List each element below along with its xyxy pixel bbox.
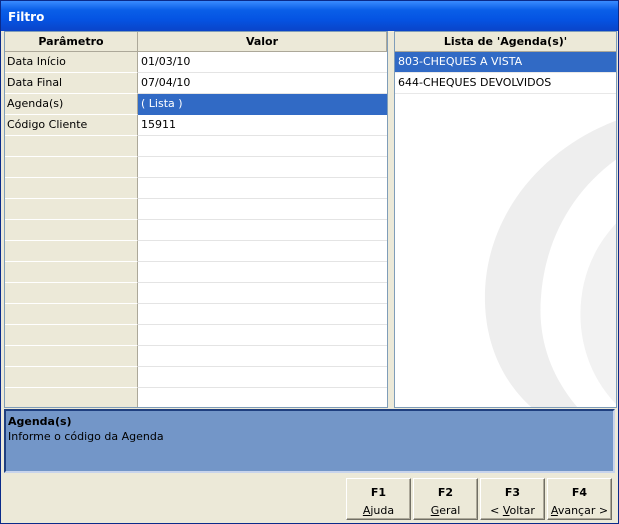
value-cell[interactable] [138, 388, 387, 407]
help-title: Agenda(s) [8, 415, 72, 428]
function-button-f3[interactable]: F3 < Voltar [480, 478, 545, 520]
button-key: F4 [571, 486, 588, 499]
table-row[interactable]: Agenda(s)( Lista ) [5, 94, 387, 115]
agenda-list[interactable]: Lista de 'Agenda(s)' 803-CHEQUES A VISTA… [394, 31, 617, 408]
value-cell[interactable] [138, 199, 387, 220]
help-panel: Agenda(s) Informe o código da Agenda [4, 409, 615, 473]
table-row[interactable] [5, 304, 387, 325]
table-row[interactable] [5, 325, 387, 346]
agenda-list-header: Lista de 'Agenda(s)' [395, 32, 616, 52]
background-watermark-icon [484, 120, 616, 407]
parameter-cell[interactable] [5, 157, 138, 178]
button-key: F1 [370, 486, 387, 499]
function-button-f4[interactable]: F4 Avançar > [547, 478, 612, 520]
table-row[interactable]: Data Final 07/04/10 [5, 73, 387, 94]
parameter-cell[interactable] [5, 220, 138, 241]
value-cell[interactable] [138, 241, 387, 262]
table-row[interactable] [5, 136, 387, 157]
parameter-cell[interactable] [5, 262, 138, 283]
button-key: F3 [504, 486, 521, 499]
list-item[interactable]: 803-CHEQUES A VISTA [395, 52, 616, 73]
table-row[interactable] [5, 241, 387, 262]
value-cell[interactable]: 07/04/10 [138, 73, 387, 94]
table-row[interactable]: Código Cliente 15911 [5, 115, 387, 136]
title-bar[interactable]: Filtro [1, 1, 618, 31]
table-row[interactable] [5, 346, 387, 367]
function-button-f1[interactable]: F1 Ajuda [346, 478, 411, 520]
value-cell[interactable] [138, 304, 387, 325]
table-row[interactable] [5, 283, 387, 304]
column-header-valor[interactable]: Valor [138, 32, 387, 52]
button-label: Geral [430, 504, 461, 517]
value-cell[interactable] [138, 178, 387, 199]
table-row[interactable] [5, 199, 387, 220]
button-label: Ajuda [362, 504, 395, 517]
value-cell[interactable] [138, 325, 387, 346]
value-cell[interactable] [138, 346, 387, 367]
value-cell[interactable] [138, 283, 387, 304]
list-item[interactable]: 644-CHEQUES DEVOLVIDOS [395, 73, 616, 94]
parameter-cell[interactable]: Agenda(s) [5, 94, 138, 115]
table-row[interactable] [5, 178, 387, 199]
parameter-cell[interactable] [5, 346, 138, 367]
help-description: Informe o código da Agenda [8, 430, 164, 443]
value-cell[interactable]: 01/03/10 [138, 52, 387, 73]
parameter-cell[interactable] [5, 199, 138, 220]
table-row[interactable]: Data Início 01/03/10 [5, 52, 387, 73]
value-cell[interactable]: ( Lista ) [138, 94, 387, 115]
parameter-cell[interactable] [5, 283, 138, 304]
parameter-cell[interactable]: Código Cliente [5, 115, 138, 136]
parameter-cell[interactable] [5, 388, 138, 407]
parameter-cell[interactable]: Data Início [5, 52, 138, 73]
function-button-f2[interactable]: F2 Geral [413, 478, 478, 520]
parameter-cell[interactable] [5, 304, 138, 325]
parameter-grid[interactable]: Parâmetro Valor Data Início 01/03/10 Data … [4, 31, 388, 408]
parameter-cell[interactable]: Data Final [5, 73, 138, 94]
table-row[interactable] [5, 262, 387, 283]
value-cell[interactable]: 15911 [138, 115, 387, 136]
table-row[interactable] [5, 367, 387, 388]
parameter-cell[interactable] [5, 325, 138, 346]
value-cell[interactable] [138, 136, 387, 157]
parameter-cell[interactable] [5, 367, 138, 388]
value-cell[interactable] [138, 262, 387, 283]
table-row[interactable] [5, 157, 387, 178]
value-cell[interactable] [138, 220, 387, 241]
value-cell[interactable] [138, 367, 387, 388]
button-key: F2 [437, 486, 454, 499]
button-label: Avançar > [550, 504, 609, 517]
table-row[interactable] [5, 220, 387, 241]
table-row[interactable] [5, 388, 387, 407]
button-label: < Voltar [490, 504, 535, 517]
column-header-parametro[interactable]: Parâmetro [5, 32, 138, 52]
parameter-cell[interactable] [5, 178, 138, 199]
value-cell[interactable] [138, 157, 387, 178]
filter-window: Filtro Parâmetro Valor Data Início 01/03/… [0, 0, 619, 524]
window-title: Filtro [8, 10, 45, 24]
parameter-cell[interactable] [5, 136, 138, 157]
parameter-cell[interactable] [5, 241, 138, 262]
